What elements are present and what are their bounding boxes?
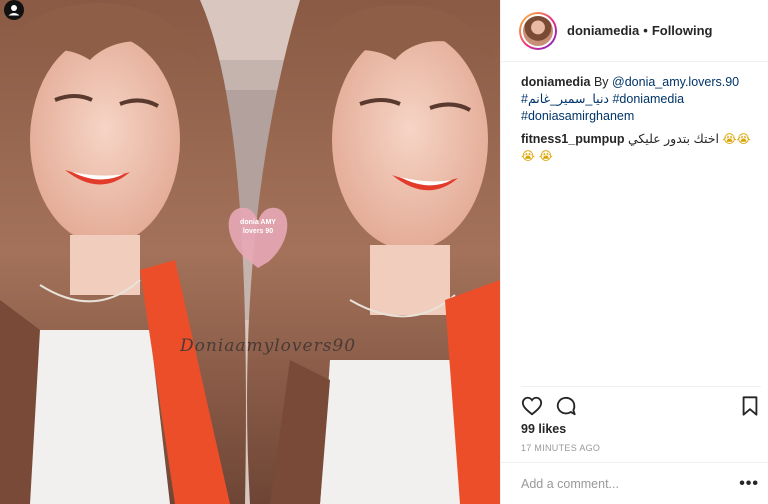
post-photo[interactable]: Doniaamylovers90 donia AMY lovers 90	[0, 0, 500, 504]
post-timestamp[interactable]: 17 MINUTES AGO	[521, 443, 600, 453]
add-comment-bar: •••	[501, 462, 768, 504]
avatar-image	[521, 13, 555, 48]
comment-bubble-icon[interactable]	[555, 395, 577, 417]
post-actions	[521, 386, 761, 422]
photo-watermark-text: Doniaamylovers90	[180, 336, 357, 356]
add-comment-input[interactable]	[521, 476, 731, 491]
photo-illustration	[0, 0, 500, 504]
comment-text: اختك بتدور عليكي	[627, 132, 720, 146]
bookmark-icon[interactable]	[739, 395, 761, 417]
heart-sticker-text: donia AMY lovers 90	[240, 219, 276, 235]
comment-username[interactable]: fitness1_pumpup	[521, 132, 625, 146]
hashtag-doniamedia[interactable]: #doniamedia	[612, 92, 684, 106]
caption-prefix: By	[593, 75, 609, 89]
tagged-people-icon[interactable]	[4, 0, 24, 20]
more-options-button[interactable]: •••	[739, 475, 759, 493]
post-details-panel: doniamedia • Following doniamedia By @do…	[500, 0, 768, 504]
comment-item: fitness1_pumpup اختك بتدور عليكي 😭😭😭 😭	[521, 131, 761, 165]
hashtag-doniasamirghanem[interactable]: #doniasamirghanem	[521, 109, 634, 123]
likes-count[interactable]: 99 likes	[521, 422, 566, 436]
caption: doniamedia By @donia_amy.lovers.90 #دنيا…	[521, 74, 761, 125]
hashtag-arabic[interactable]: #دنيا_سمير_غانم	[521, 92, 609, 106]
header-username[interactable]: doniamedia	[567, 23, 639, 38]
caption-username[interactable]: doniamedia	[521, 75, 590, 89]
header-separator: •	[643, 23, 648, 38]
caption-mention[interactable]: @donia_amy.lovers.90	[612, 75, 739, 89]
post-header: doniamedia • Following	[501, 0, 768, 62]
avatar[interactable]	[519, 11, 557, 50]
caption-block: doniamedia By @donia_amy.lovers.90 #دنيا…	[521, 74, 761, 165]
heart-icon[interactable]	[521, 395, 543, 417]
following-button[interactable]: Following	[652, 23, 713, 38]
